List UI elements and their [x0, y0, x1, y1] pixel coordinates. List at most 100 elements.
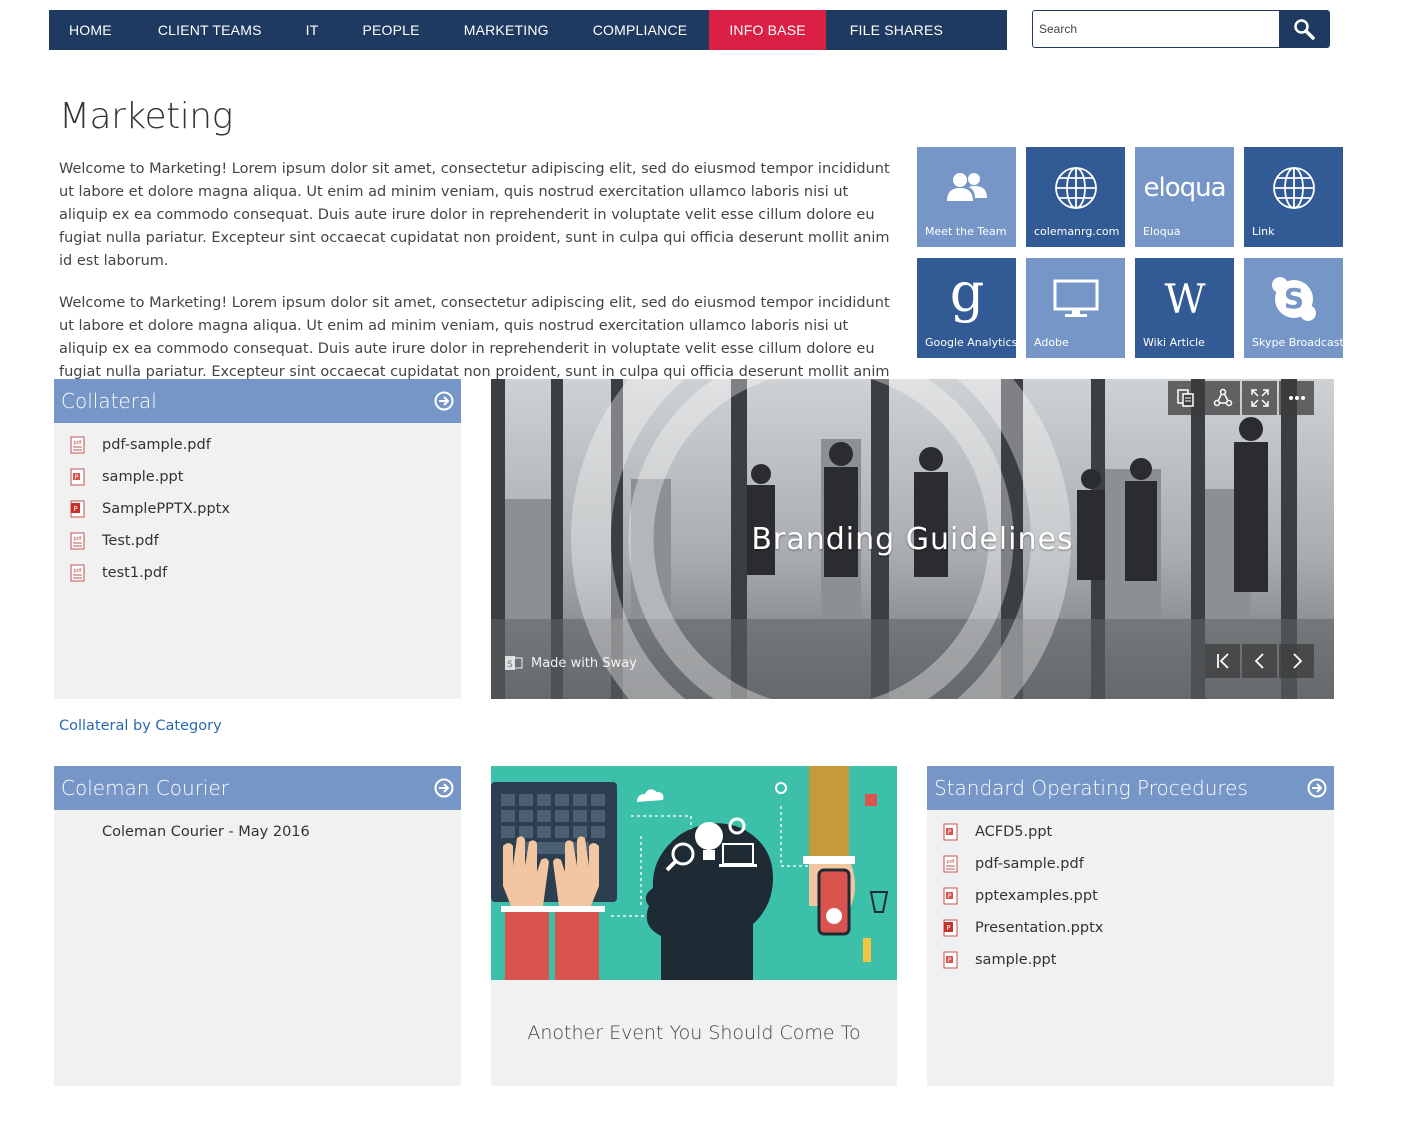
sway-logo-icon: S [505, 656, 523, 670]
tile-label: Wiki Article [1143, 336, 1205, 349]
tile-label: Adobe [1034, 336, 1069, 349]
event-card[interactable]: Another Event You Should Come To [491, 766, 897, 1086]
file-item[interactable]: P Presentation.pptx [927, 912, 1334, 944]
file-item[interactable]: pdf pdf-sample.pdf [927, 848, 1334, 880]
tile-google-analytics[interactable]: g Google Analytics [917, 258, 1018, 358]
file-name: SamplePPTX.pptx [102, 501, 230, 517]
search-button[interactable] [1279, 11, 1329, 47]
first-slide-button[interactable] [1205, 644, 1240, 678]
made-with-sway: S Made with Sway [505, 655, 637, 671]
file-item[interactable]: P sample.ppt [927, 944, 1334, 976]
courier-panel: Coleman Courier Coleman Courier - May 20… [54, 766, 461, 1086]
tile-adobe[interactable]: Adobe [1026, 258, 1125, 358]
share-icon [1213, 388, 1232, 407]
nav-info-base[interactable]: INFO BASE [709, 10, 826, 50]
svg-text:S: S [507, 660, 513, 670]
nav-file-shares[interactable]: FILE SHARES [826, 10, 967, 50]
previous-slide-button[interactable] [1242, 644, 1277, 678]
sway-embed[interactable]: Branding Guidelines S Made with Sway [491, 379, 1334, 699]
sop-panel: Standard Operating Procedures P ACFD5.pp… [927, 766, 1334, 1086]
skip-back-icon [1216, 653, 1229, 669]
file-item[interactable]: P ACFD5.ppt [927, 816, 1334, 848]
tile-eloqua[interactable]: eloqua Eloqua [1135, 147, 1234, 247]
skype-icon: S [1271, 277, 1316, 321]
arrow-circle-right-icon[interactable] [434, 778, 454, 798]
tile-skype-broadcast[interactable]: S Skype Broadcast [1244, 258, 1344, 358]
nav-marketing[interactable]: MARKETING [442, 10, 571, 50]
tile-colemanrg[interactable]: colemanrg.com [1026, 147, 1125, 247]
tile-meet-the-team[interactable]: Meet the Team [917, 147, 1016, 247]
more-options-button[interactable] [1279, 381, 1314, 415]
file-list: pdf pdf-sample.pdf P sample.ppt P Sample… [54, 423, 461, 589]
collateral-by-category-link[interactable]: Collateral by Category [59, 718, 222, 734]
arrow-circle-right-icon[interactable] [1307, 778, 1327, 798]
monitor-icon [1053, 279, 1098, 317]
file-item[interactable]: P pptexamples.ppt [927, 880, 1334, 912]
file-name: pdf-sample.pdf [102, 437, 211, 453]
file-name: ACFD5.ppt [975, 824, 1053, 840]
svg-text:P: P [948, 957, 952, 964]
wikipedia-icon: W [1164, 279, 1205, 319]
tile-link[interactable]: Link [1244, 147, 1343, 247]
file-name: test1.pdf [102, 565, 168, 581]
tile-label: Google Analytics [925, 336, 1018, 349]
ppt-file-icon: P [943, 823, 959, 841]
newsletter-list: Coleman Courier - May 2016 [54, 810, 461, 848]
tile-label: Skype Broadcast [1252, 336, 1344, 349]
nav-compliance[interactable]: COMPLIANCE [571, 10, 710, 50]
file-name: sample.ppt [102, 469, 184, 485]
panel-header: Collateral [54, 379, 461, 423]
svg-text:P: P [946, 924, 950, 932]
ppt-file-icon: P [943, 887, 959, 905]
ppt-file-icon: P [943, 951, 959, 969]
svg-text:P: P [948, 893, 952, 900]
panel-title: Collateral [61, 389, 157, 413]
file-item[interactable]: pdf Test.pdf [54, 525, 461, 557]
navigation-view-button[interactable] [1168, 381, 1203, 415]
more-icon [1288, 396, 1305, 400]
nav-it[interactable]: IT [284, 10, 341, 50]
event-image [491, 766, 897, 980]
quick-links-tiles: Meet the Team colemanrg.com eloqua Eloqu… [917, 147, 1345, 359]
fullscreen-button[interactable] [1242, 381, 1277, 415]
newsletter-name: Coleman Courier - May 2016 [102, 824, 310, 840]
svg-text:S: S [1283, 282, 1303, 315]
file-item[interactable]: pdf test1.pdf [54, 557, 461, 589]
nav-home[interactable]: HOME [49, 10, 136, 50]
file-name: Test.pdf [102, 533, 159, 549]
event-title: Another Event You Should Come To [527, 1022, 861, 1044]
collateral-panel: Collateral pdf pdf-sample.pdf P sample.p… [54, 379, 461, 699]
search-input[interactable] [1033, 11, 1279, 47]
navigation-icon [1176, 389, 1194, 407]
arrow-circle-right-icon[interactable] [434, 391, 454, 411]
file-item[interactable]: pdf pdf-sample.pdf [54, 429, 461, 461]
svg-text:P: P [73, 505, 77, 513]
tile-wiki-article[interactable]: W Wiki Article [1135, 258, 1234, 358]
nav-client-teams[interactable]: CLIENT TEAMS [136, 10, 284, 50]
intro-paragraph: Welcome to Marketing! Lorem ipsum dolor … [59, 161, 890, 269]
tile-label: Eloqua [1143, 225, 1181, 238]
eloqua-logo: eloqua [1143, 173, 1226, 203]
file-item[interactable]: P sample.ppt [54, 461, 461, 493]
nav-people[interactable]: PEOPLE [340, 10, 441, 50]
newsletter-item[interactable]: Coleman Courier - May 2016 [54, 816, 461, 848]
svg-text:P: P [948, 829, 952, 836]
chevron-right-icon [1292, 653, 1302, 669]
next-slide-button[interactable] [1279, 644, 1314, 678]
google-icon: g [949, 273, 984, 324]
search-icon [1294, 19, 1315, 40]
file-list: P ACFD5.ppt pdf pdf-sample.pdf P pptexam… [927, 810, 1334, 976]
pptx-file-icon: P [943, 919, 959, 937]
svg-text:W: W [1164, 279, 1205, 319]
svg-text:pdf: pdf [73, 440, 81, 446]
svg-text:pdf: pdf [946, 859, 954, 865]
svg-text:g: g [949, 273, 984, 324]
file-item[interactable]: P SamplePPTX.pptx [54, 493, 461, 525]
share-button[interactable] [1205, 381, 1240, 415]
panel-title: Coleman Courier [61, 776, 230, 800]
panel-title: Standard Operating Procedures [934, 776, 1248, 800]
people-icon [946, 173, 987, 201]
globe-icon [1272, 167, 1315, 209]
file-name: pdf-sample.pdf [975, 856, 1084, 872]
technology-illustration [491, 766, 897, 980]
